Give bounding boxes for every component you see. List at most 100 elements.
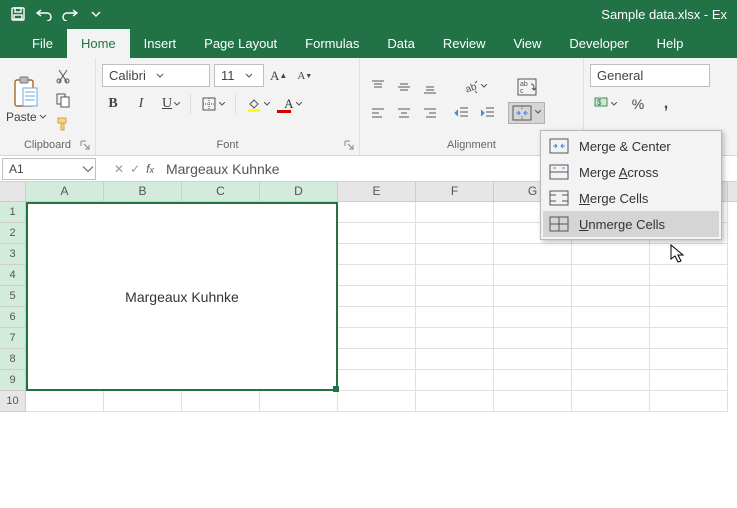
cell[interactable] (494, 307, 572, 328)
column-header[interactable]: B (104, 182, 182, 201)
tab-insert[interactable]: Insert (130, 29, 191, 58)
row-header[interactable]: 6 (0, 307, 26, 328)
cell[interactable] (416, 223, 494, 244)
undo-icon[interactable] (32, 2, 56, 26)
cell[interactable] (650, 370, 728, 391)
tab-view[interactable]: View (499, 29, 555, 58)
select-all-corner[interactable] (0, 182, 26, 201)
row-header[interactable]: 5 (0, 286, 26, 307)
cell[interactable] (416, 370, 494, 391)
tab-data[interactable]: Data (373, 29, 428, 58)
cell[interactable] (338, 202, 416, 223)
tab-review[interactable]: Review (429, 29, 500, 58)
decrease-font-icon[interactable]: A▼ (293, 65, 316, 87)
save-icon[interactable] (6, 2, 30, 26)
wrap-text-button[interactable]: abc (513, 76, 541, 98)
paste-button[interactable]: Paste (6, 76, 47, 124)
cell[interactable] (572, 307, 650, 328)
cell[interactable] (650, 286, 728, 307)
percent-icon[interactable]: % (627, 93, 649, 115)
cell[interactable] (572, 265, 650, 286)
fill-color-button[interactable] (242, 93, 274, 115)
row-header[interactable]: 1 (0, 202, 26, 223)
borders-button[interactable] (197, 93, 229, 115)
font-name-combo[interactable]: Calibri (102, 64, 210, 87)
cancel-formula-icon[interactable]: ✕ (114, 162, 124, 176)
cell[interactable] (338, 223, 416, 244)
accounting-format-icon[interactable]: $ (590, 93, 621, 115)
align-right-icon[interactable] (418, 102, 442, 124)
row-header[interactable]: 2 (0, 223, 26, 244)
comma-icon[interactable]: , (655, 93, 677, 115)
font-size-combo[interactable]: 11 (214, 64, 264, 87)
cell[interactable] (650, 328, 728, 349)
row-header[interactable]: 8 (0, 349, 26, 370)
row-header[interactable]: 7 (0, 328, 26, 349)
font-color-button[interactable]: A (280, 93, 305, 115)
dialog-launcher-icon[interactable] (79, 139, 93, 153)
column-header[interactable]: D (260, 182, 338, 201)
merge-center-button[interactable] (508, 102, 545, 124)
column-header[interactable]: A (26, 182, 104, 201)
cell[interactable] (650, 391, 728, 412)
column-header[interactable]: F (416, 182, 494, 201)
cell[interactable] (650, 307, 728, 328)
align-top-icon[interactable] (366, 76, 390, 98)
cell[interactable] (572, 286, 650, 307)
redo-icon[interactable] (58, 2, 82, 26)
cell[interactable] (416, 286, 494, 307)
cell[interactable] (572, 349, 650, 370)
enter-formula-icon[interactable]: ✓ (130, 162, 140, 176)
cell[interactable] (338, 328, 416, 349)
column-header[interactable]: E (338, 182, 416, 201)
cell[interactable] (494, 391, 572, 412)
align-bottom-icon[interactable] (418, 76, 442, 98)
bold-button[interactable]: B (102, 93, 124, 115)
tab-help[interactable]: Help (643, 29, 698, 58)
underline-button[interactable]: U (158, 93, 184, 115)
cell[interactable] (260, 391, 338, 412)
align-center-icon[interactable] (392, 102, 416, 124)
merge-center-item[interactable]: Merge & Center (543, 133, 719, 159)
cell[interactable] (338, 391, 416, 412)
merged-cell-a1-d9[interactable]: Margeaux Kuhnke (26, 202, 338, 391)
merge-cells-item[interactable]: Merge Cells (543, 185, 719, 211)
align-middle-icon[interactable] (392, 76, 416, 98)
tab-page-layout[interactable]: Page Layout (190, 29, 291, 58)
cell[interactable] (572, 391, 650, 412)
dialog-launcher-icon[interactable] (343, 139, 357, 153)
increase-font-icon[interactable]: A▲ (266, 65, 291, 87)
cell[interactable] (338, 307, 416, 328)
cell[interactable] (650, 265, 728, 286)
cell[interactable] (182, 391, 260, 412)
merge-across-item[interactable]: Merge Across (543, 159, 719, 185)
orientation-icon[interactable]: ab (459, 76, 491, 98)
cell[interactable] (494, 286, 572, 307)
cell[interactable] (104, 391, 182, 412)
cell[interactable] (338, 286, 416, 307)
row-header[interactable]: 4 (0, 265, 26, 286)
unmerge-cells-item[interactable]: Unmerge Cells (543, 211, 719, 237)
cell[interactable] (416, 202, 494, 223)
cell[interactable] (416, 307, 494, 328)
tab-formulas[interactable]: Formulas (291, 29, 373, 58)
format-painter-icon[interactable] (51, 113, 75, 135)
cell[interactable] (416, 244, 494, 265)
cell[interactable] (416, 328, 494, 349)
cell[interactable] (650, 349, 728, 370)
decrease-indent-icon[interactable] (450, 102, 474, 124)
fx-icon[interactable]: fx (146, 162, 154, 176)
cell[interactable] (494, 349, 572, 370)
cell[interactable] (494, 244, 572, 265)
row-header[interactable]: 9 (0, 370, 26, 391)
italic-button[interactable]: I (130, 93, 152, 115)
column-header[interactable]: C (182, 182, 260, 201)
cell[interactable] (572, 370, 650, 391)
cell[interactable] (572, 328, 650, 349)
align-left-icon[interactable] (366, 102, 390, 124)
cell[interactable] (338, 265, 416, 286)
cell[interactable] (338, 349, 416, 370)
number-format-combo[interactable]: General (590, 64, 710, 87)
cell[interactable] (494, 370, 572, 391)
row-header[interactable]: 3 (0, 244, 26, 265)
